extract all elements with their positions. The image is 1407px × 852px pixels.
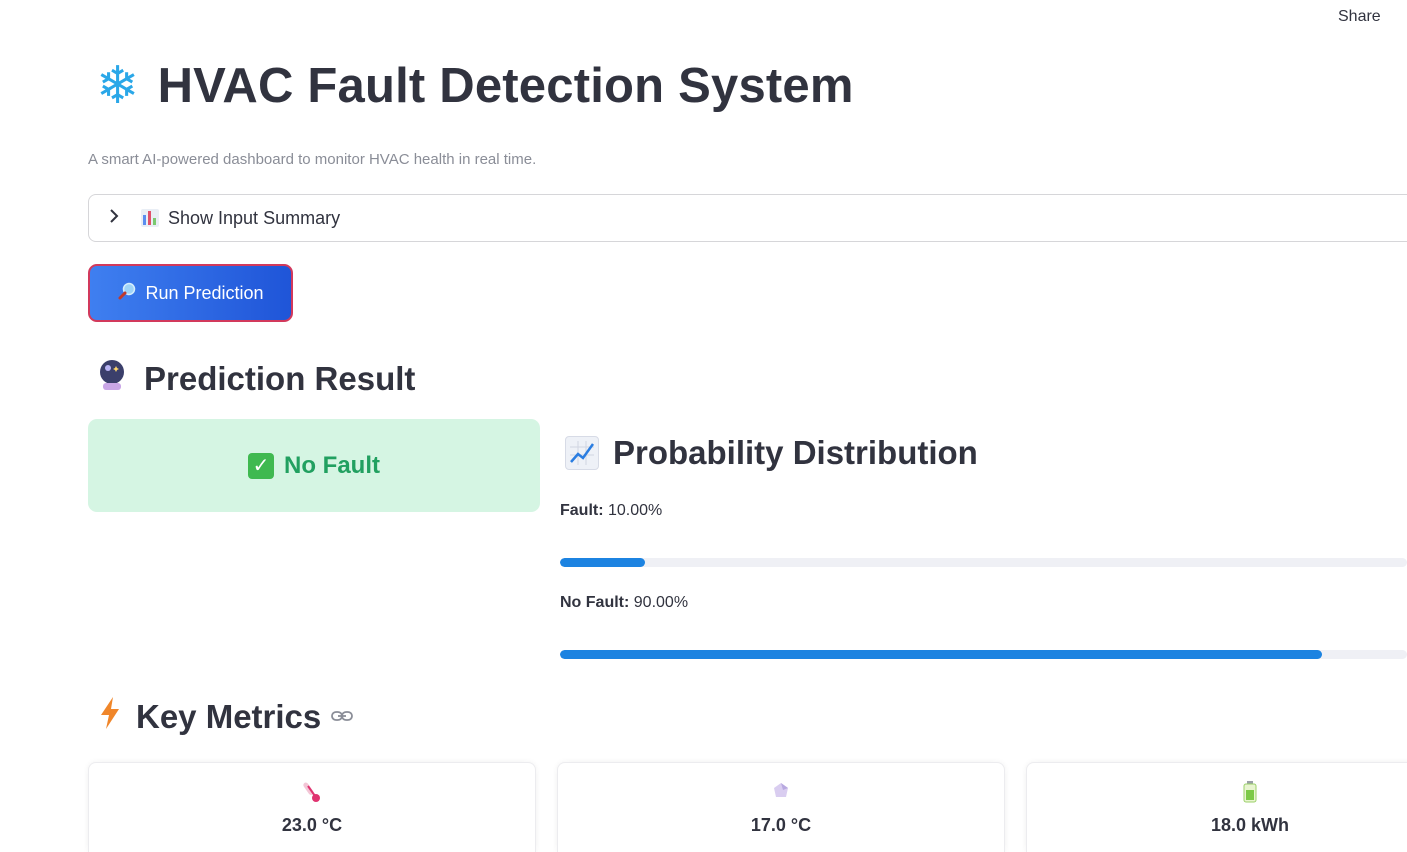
chart-increasing-icon [565,436,599,470]
snow-crystal-icon [558,781,1004,807]
prediction-result-title: Prediction Result [144,360,416,397]
page-title-row: ❄ HVAC Fault Detection System [96,58,854,114]
run-prediction-label: Run Prediction [145,282,264,303]
thermometer-icon [89,781,535,809]
prediction-result-box: ✓ No Fault [88,419,540,512]
fault-progress-fill [560,558,645,567]
run-prediction-button[interactable]: Run Prediction [88,264,293,322]
crystal-ball-icon [94,358,130,400]
prediction-result-value: No Fault [284,451,380,479]
page-subtitle: A smart AI-powered dashboard to monitor … [88,151,537,168]
check-mark-icon: ✓ [248,452,274,479]
metric-card-supply-temperature: 17.0 °C [557,762,1005,852]
metric-card-temperature: 23.0 °C [88,762,536,852]
key-metrics-title: Key Metrics [136,698,322,735]
no-fault-progress-fill [560,650,1323,659]
input-summary-expander[interactable]: Show Input Summary [88,194,1407,242]
page-title: HVAC Fault Detection System [157,59,854,113]
key-metrics-heading: Key Metrics [98,696,354,738]
metric-card-energy: 18.0 kWh [1026,762,1407,852]
chevron-right-icon [109,208,127,228]
snowflake-icon: ❄ [96,57,140,115]
metric-value-temperature: 23.0 °C [281,815,343,835]
fault-value: 10.00% [608,502,663,519]
probability-distribution-title: Probability Distribution [613,434,978,471]
fault-probability-label: Fault: 10.00% [560,502,662,520]
lightning-icon [98,696,122,738]
battery-icon [1027,781,1407,809]
no-fault-progress-bar [560,650,1407,659]
magnifier-icon [117,281,137,306]
fault-progress-bar [560,558,1407,567]
link-icon[interactable] [331,706,354,729]
fault-label: Fault: [560,502,604,519]
no-fault-label: No Fault: [560,594,630,611]
no-fault-value: 90.00% [633,594,689,611]
expander-label: Show Input Summary [168,207,341,228]
metric-value-energy: 18.0 kWh [1210,815,1290,835]
bar-chart-icon [141,209,159,227]
prediction-result-heading: Prediction Result [94,358,415,400]
metric-value-supply-temperature: 17.0 °C [750,815,812,835]
no-fault-probability-label: No Fault: 90.00% [560,594,688,612]
probability-distribution-heading: Probability Distribution [565,434,978,472]
main-content: ❄ HVAC Fault Detection System A smart AI… [88,0,1407,852]
